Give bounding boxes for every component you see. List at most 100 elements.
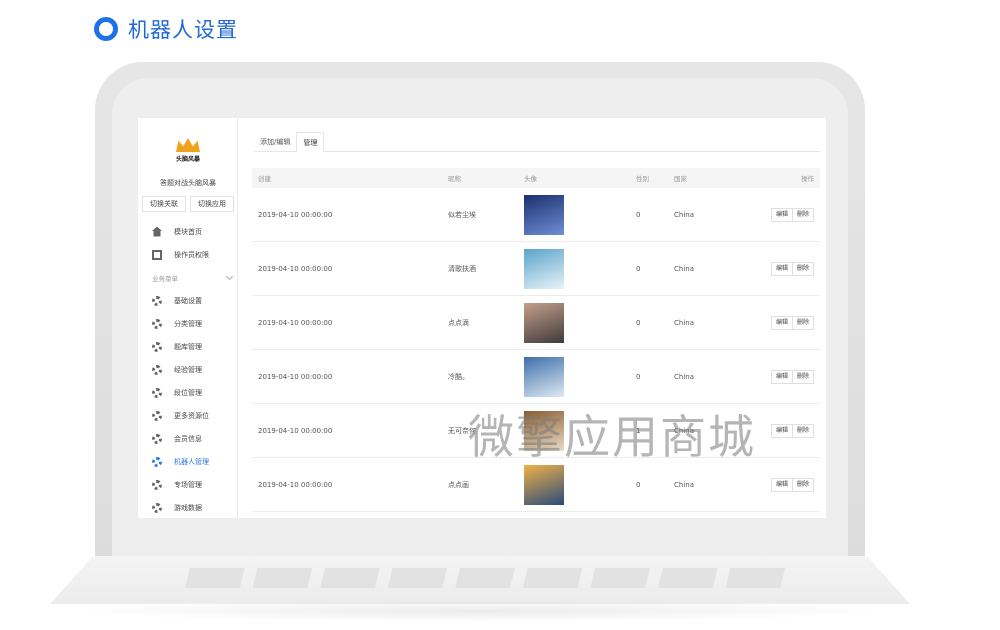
- sidebar-item-label: 基础设置: [174, 296, 202, 305]
- cell-date: 2019-04-10 00:00:00: [258, 210, 333, 219]
- sidebar-item[interactable]: 段位管理: [138, 381, 238, 404]
- sidebar-item[interactable]: 基础设置: [138, 289, 238, 312]
- key: [725, 568, 786, 588]
- sidebar-item-label: 专场管理: [174, 480, 202, 489]
- tab-bar: 添加/编辑 管理: [254, 132, 820, 152]
- key: [590, 568, 650, 588]
- sidebar-item[interactable]: 机器人管理: [138, 450, 238, 473]
- gear-icon: [152, 318, 162, 329]
- gear-icon: [152, 456, 162, 467]
- key: [320, 568, 380, 588]
- edit-button[interactable]: 编辑: [770, 477, 793, 492]
- delete-button[interactable]: 删除: [792, 261, 814, 276]
- tab-manage[interactable]: 管理: [296, 132, 325, 152]
- sidebar-item-label: 操作员权限: [174, 250, 209, 259]
- gear-icon: [152, 387, 162, 398]
- cell-ops: 编辑 删除: [760, 477, 820, 492]
- delete-button[interactable]: 删除: [792, 369, 814, 384]
- avatar: [524, 194, 564, 235]
- header-date: 创建: [258, 175, 271, 183]
- key: [455, 568, 515, 588]
- avatar: [524, 302, 564, 343]
- cell-ops: 编辑 删除: [760, 423, 820, 438]
- sidebar-item-label: 题库管理: [174, 342, 202, 351]
- cell-avatar: [524, 248, 636, 289]
- cell-ops: 编辑 删除: [760, 207, 820, 222]
- avatar: [524, 464, 564, 505]
- key: [657, 568, 718, 588]
- cell-sex: 0: [636, 264, 641, 273]
- laptop-keys: [185, 568, 786, 590]
- cell-sex: 0: [636, 210, 641, 219]
- cell-nickname: 清歌扶酒: [448, 264, 476, 273]
- sidebar: 头脑风暴 答题对战头脑风暴 切换关联 切换应用 模块首页 操作员权限 业务菜单 基础设…: [138, 118, 238, 518]
- laptop-shadow: [60, 600, 900, 622]
- sidebar-item[interactable]: 经验管理: [138, 358, 238, 381]
- chevron-down-icon[interactable]: [225, 272, 234, 280]
- document-icon: [152, 249, 162, 260]
- sidebar-item[interactable]: 更多资源位: [138, 404, 238, 427]
- sidebar-item-label: 段位管理: [174, 388, 202, 397]
- edit-button[interactable]: 编辑: [770, 207, 793, 222]
- table-header: 创建 昵称 头像 性别 国家 操作: [252, 168, 820, 188]
- cell-avatar: [524, 302, 636, 343]
- sidebar-item-label: 机器人管理: [174, 457, 209, 466]
- delete-button[interactable]: 删除: [792, 423, 814, 438]
- sidebar-item[interactable]: 游戏数据: [138, 496, 238, 518]
- cell-date: 2019-04-10 00:00:00: [258, 318, 333, 327]
- cell-nickname: 冷酷。: [448, 372, 469, 381]
- cell-date: 2019-04-10 00:00:00: [258, 426, 333, 435]
- cell-avatar: [524, 356, 636, 397]
- delete-button[interactable]: 删除: [792, 315, 814, 330]
- sidebar-item[interactable]: 会员信息: [138, 427, 238, 450]
- delete-button[interactable]: 删除: [792, 477, 814, 492]
- cell-country: China: [674, 210, 694, 219]
- sidebar-item[interactable]: 操作员权限: [138, 243, 238, 266]
- edit-button[interactable]: 编辑: [770, 315, 793, 330]
- cell-nickname: 点点画: [448, 480, 469, 489]
- app-logo: [176, 138, 200, 154]
- gear-icon: [152, 295, 162, 306]
- cell-country: China: [674, 318, 694, 327]
- cell-date: 2019-04-10 00:00:00: [258, 264, 333, 273]
- home-icon: [152, 226, 162, 237]
- sidebar-item: 业务菜单: [138, 266, 238, 289]
- edit-button[interactable]: 编辑: [770, 369, 793, 384]
- sidebar-item[interactable]: 专场管理: [138, 473, 238, 496]
- avatar: [524, 248, 564, 289]
- header-sex: 性别: [636, 175, 649, 183]
- key: [387, 568, 448, 588]
- cell-country: China: [674, 372, 694, 381]
- edit-button[interactable]: 编辑: [770, 261, 793, 276]
- sidebar-menu: 模块首页操作员权限业务菜单基础设置分类管理题库管理经验管理段位管理更多资源位会员…: [138, 220, 238, 518]
- tab-add-edit[interactable]: 添加/编辑: [254, 132, 296, 152]
- sidebar-item-label: 经验管理: [174, 365, 202, 374]
- cell-avatar: [524, 194, 636, 235]
- key: [522, 568, 583, 588]
- cell-nickname: 点点滴: [448, 318, 469, 327]
- gear-icon: [152, 502, 162, 513]
- gear-icon: [152, 410, 162, 421]
- cell-ops: 编辑 删除: [760, 261, 820, 276]
- crown-icon: [176, 138, 200, 152]
- sidebar-section-label: 业务菜单: [152, 274, 178, 283]
- table-row: 2019-04-10 00:00:00 似若尘埃 0 China 编辑 删除: [252, 188, 820, 242]
- delete-button[interactable]: 删除: [792, 207, 814, 222]
- key: [252, 568, 313, 588]
- avatar: [524, 356, 564, 397]
- switch-link-button[interactable]: 切换关联: [142, 196, 186, 212]
- sidebar-item[interactable]: 分类管理: [138, 312, 238, 335]
- edit-button[interactable]: 编辑: [770, 423, 793, 438]
- sidebar-item[interactable]: 题库管理: [138, 335, 238, 358]
- header-avatar: 头像: [524, 175, 537, 183]
- cell-nickname: 似若尘埃: [448, 210, 476, 219]
- section-title: 机器人设置: [128, 18, 238, 42]
- cell-sex: 0: [636, 372, 641, 381]
- sidebar-item[interactable]: 模块首页: [138, 220, 238, 243]
- gear-icon: [152, 341, 162, 352]
- header-ops: 操作: [801, 175, 814, 183]
- cell-sex: 0: [636, 318, 641, 327]
- sidebar-item-label: 会员信息: [174, 434, 202, 443]
- gear-icon: [152, 433, 162, 444]
- switch-app-button[interactable]: 切换应用: [190, 196, 234, 212]
